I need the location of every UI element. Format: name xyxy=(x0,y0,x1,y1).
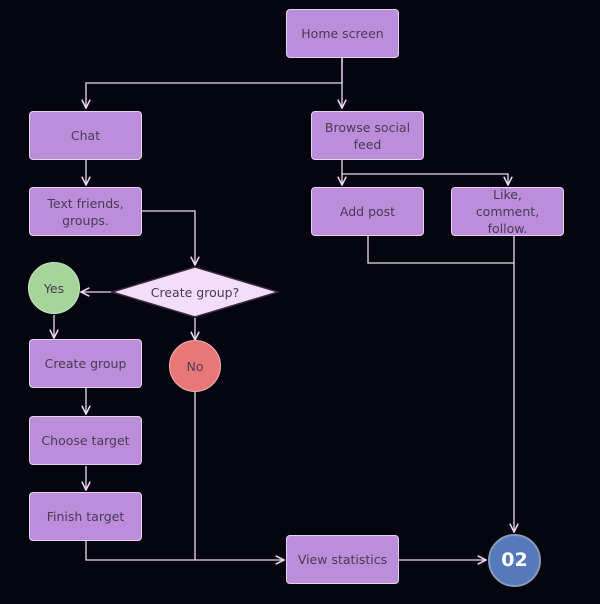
edge-home-to-chat xyxy=(86,58,343,108)
node-label: Text friends, groups. xyxy=(47,195,124,228)
edge-text-to-decision xyxy=(142,210,195,265)
node-label: 02 xyxy=(501,549,528,571)
node-label: Browse social feed xyxy=(324,119,411,152)
node-label: Finish target xyxy=(46,509,125,524)
node-label: No xyxy=(186,358,204,374)
node-text-friends-groups[interactable]: Text friends, groups. xyxy=(29,187,142,236)
node-create-group[interactable]: Create group xyxy=(29,339,142,388)
node-add-post[interactable]: Add post xyxy=(311,187,424,236)
node-label: Home screen xyxy=(301,26,384,41)
node-end-marker[interactable]: 02 xyxy=(488,534,541,587)
edge-browse-to-like xyxy=(342,173,508,185)
node-home-screen[interactable]: Home screen xyxy=(286,9,399,58)
node-view-statistics[interactable]: View statistics xyxy=(286,535,399,584)
node-label: View statistics xyxy=(297,552,388,567)
node-label: Yes xyxy=(43,280,65,296)
node-label: Like, comment, follow. xyxy=(475,187,540,236)
node-like-comment-follow[interactable]: Like, comment, follow. xyxy=(451,187,564,236)
node-label: Create group? xyxy=(150,284,240,300)
edge-addpost-to-end xyxy=(367,236,514,264)
node-label: Add post xyxy=(339,204,396,219)
decision-create-group[interactable]: Create group? xyxy=(109,266,281,318)
node-label: Choose target xyxy=(41,433,130,448)
node-no[interactable]: No xyxy=(169,340,221,392)
node-finish-target[interactable]: Finish target xyxy=(29,492,142,541)
node-yes[interactable]: Yes xyxy=(28,262,80,314)
node-choose-target[interactable]: Choose target xyxy=(29,416,142,465)
node-browse-social-feed[interactable]: Browse social feed xyxy=(311,111,424,160)
edge-finish-to-stats xyxy=(85,541,284,560)
node-chat[interactable]: Chat xyxy=(29,111,142,160)
node-label: Chat xyxy=(70,128,101,143)
node-label: Create group xyxy=(44,356,127,371)
